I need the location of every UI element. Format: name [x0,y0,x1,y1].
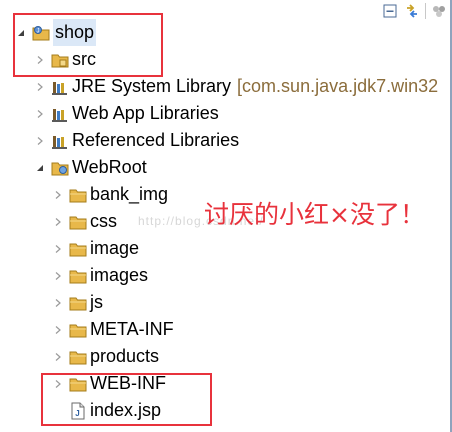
collapsed-arrow-icon[interactable] [51,269,65,283]
web-folder-icon [51,159,69,177]
folder-icon [69,240,87,258]
tree-item-label: Referenced Libraries [72,130,240,150]
folder-icon [69,267,87,285]
annotation-text: 讨厌的小红×没了！ [204,200,425,229]
folder-icon [69,348,87,366]
folder-icon [69,213,87,231]
folder-icon [69,186,87,204]
jre-decoration: [com.sun.java.jdk7.win32 [237,76,439,96]
tree-item-jre-system-library[interactable]: JRE System Library [com.sun.java.jdk7.wi… [33,73,438,100]
expanded-arrow-icon[interactable] [33,161,47,175]
tree-item-label: WebRoot [72,157,147,177]
view-menu-icon[interactable] [430,2,448,20]
folder-icon [69,321,87,339]
library-icon [51,105,69,123]
folder-icon [69,294,87,312]
link-with-editor-icon[interactable] [403,2,421,20]
package-explorer: J shop src JRE System Library [com.sun.j… [0,0,452,432]
collapse-all-icon[interactable] [381,2,399,20]
collapsed-arrow-icon[interactable] [33,134,47,148]
tree-item-css[interactable]: css [51,208,117,235]
tree-item-image[interactable]: image [51,235,139,262]
library-icon [51,132,69,150]
toolbar-separator [425,3,426,19]
tree-item-label: image [90,238,140,258]
collapsed-arrow-icon[interactable] [51,350,65,364]
tree-item-label: images [90,265,149,285]
tree-item-bank-img[interactable]: bank_img [51,181,168,208]
tree-item-referenced-libraries[interactable]: Referenced Libraries [33,127,239,154]
tree-item-meta-inf[interactable]: META-INF [51,316,174,343]
tree-item-label: css [90,211,117,231]
collapsed-arrow-icon[interactable] [51,323,65,337]
tree-item-label: JRE System Library [72,76,232,96]
collapsed-arrow-icon[interactable] [51,242,65,256]
highlight-box-shop-src [13,13,163,77]
collapsed-arrow-icon[interactable] [51,215,65,229]
tree-item-products[interactable]: products [51,343,159,370]
tree-item-label: products [90,346,160,366]
tree-item-images[interactable]: images [51,262,148,289]
tree-item-webroot[interactable]: WebRoot [33,154,147,181]
tree-item-js[interactable]: js [51,289,103,316]
tree-item-label: bank_img [90,184,169,204]
collapsed-arrow-icon[interactable] [51,296,65,310]
tree-item-label: META-INF [90,319,174,339]
view-toolbar [381,0,452,22]
highlight-box-web-inf-index [41,373,212,426]
tree-item-web-app-libraries[interactable]: Web App Libraries [33,100,219,127]
library-icon [51,78,69,96]
collapsed-arrow-icon[interactable] [33,107,47,121]
collapsed-arrow-icon[interactable] [51,188,65,202]
collapsed-arrow-icon[interactable] [33,80,47,94]
tree-item-label: Web App Libraries [72,103,219,123]
tree-item-label: js [90,292,103,312]
